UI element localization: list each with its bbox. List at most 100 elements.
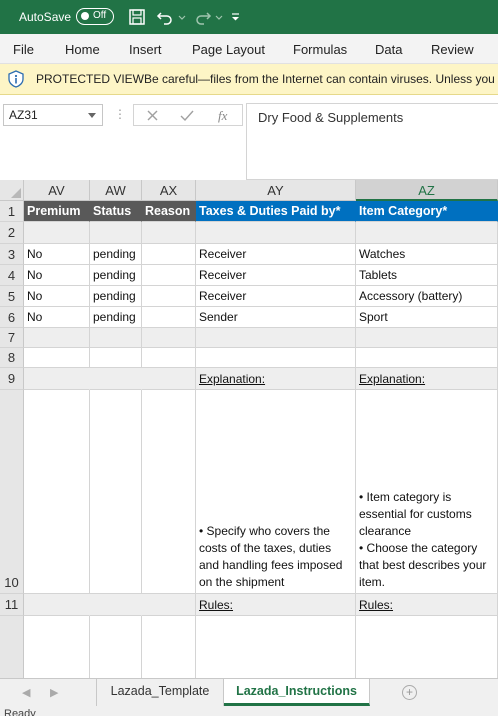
cell[interactable] bbox=[142, 222, 196, 244]
cell[interactable] bbox=[142, 390, 196, 594]
row-header[interactable]: 4 bbox=[0, 265, 24, 286]
explanation-cell-ay[interactable]: • Specify who covers the costs of the ta… bbox=[196, 390, 356, 594]
tab-page-layout[interactable]: Page Layout bbox=[192, 42, 265, 57]
undo-dropdown-icon[interactable] bbox=[175, 7, 195, 27]
cell[interactable] bbox=[196, 616, 356, 678]
cell[interactable] bbox=[142, 368, 196, 390]
formula-bar-grip[interactable]: ⋮ bbox=[114, 107, 126, 121]
cell[interactable] bbox=[356, 328, 498, 348]
cell[interactable] bbox=[24, 390, 90, 594]
cell-item-category[interactable]: Watches bbox=[356, 244, 498, 265]
cell-taxes-paid-by[interactable]: Receiver bbox=[196, 286, 356, 307]
row-header[interactable]: 1 bbox=[0, 201, 24, 222]
cell-item-category[interactable]: Tablets bbox=[356, 265, 498, 286]
row-header[interactable]: 6 bbox=[0, 307, 24, 328]
customize-toolbar-icon[interactable] bbox=[228, 7, 248, 27]
cell[interactable] bbox=[24, 222, 90, 244]
cell[interactable] bbox=[142, 328, 196, 348]
cell[interactable] bbox=[142, 594, 196, 616]
undo-icon[interactable] bbox=[155, 7, 175, 27]
column-header-ax[interactable]: AX bbox=[142, 180, 196, 201]
cell[interactable] bbox=[90, 368, 142, 390]
add-sheet-icon[interactable]: + bbox=[402, 685, 417, 700]
header-cell-item-category[interactable]: Item Category* bbox=[356, 201, 498, 222]
header-cell-reason[interactable]: Reason bbox=[142, 201, 196, 222]
cell[interactable] bbox=[24, 368, 90, 390]
cell-premium[interactable]: No bbox=[24, 286, 90, 307]
cell[interactable] bbox=[24, 328, 90, 348]
cell[interactable] bbox=[24, 594, 90, 616]
tab-review[interactable]: Review bbox=[431, 42, 474, 57]
cell-reason[interactable] bbox=[142, 244, 196, 265]
rules-label-az[interactable]: Rules: bbox=[356, 594, 498, 616]
scroll-tabs-right-icon[interactable]: ▶ bbox=[50, 686, 58, 699]
cell-taxes-paid-by[interactable]: Sender bbox=[196, 307, 356, 328]
row-header[interactable]: 2 bbox=[0, 222, 24, 244]
cell[interactable] bbox=[90, 390, 142, 594]
cell[interactable] bbox=[142, 348, 196, 368]
save-icon[interactable] bbox=[127, 7, 147, 27]
cell[interactable] bbox=[196, 328, 356, 348]
cell-reason[interactable] bbox=[142, 286, 196, 307]
cell-premium[interactable]: No bbox=[24, 307, 90, 328]
name-box[interactable]: AZ31 bbox=[3, 104, 103, 126]
cell-status[interactable]: pending bbox=[90, 265, 142, 286]
cell-status[interactable]: pending bbox=[90, 286, 142, 307]
autosave-toggle[interactable]: Off bbox=[76, 8, 114, 25]
row-header[interactable]: 7 bbox=[0, 328, 24, 348]
explanation-cell-az[interactable]: • Item category is essential for customs… bbox=[356, 390, 498, 594]
tab-insert[interactable]: Insert bbox=[129, 42, 162, 57]
cell-premium[interactable]: No bbox=[24, 244, 90, 265]
cell-status[interactable]: pending bbox=[90, 244, 142, 265]
cell[interactable] bbox=[356, 222, 498, 244]
cancel-icon[interactable] bbox=[146, 109, 159, 122]
cell[interactable] bbox=[90, 328, 142, 348]
rules-label-ay[interactable]: Rules: bbox=[196, 594, 356, 616]
row-header[interactable]: 9 bbox=[0, 368, 24, 390]
header-cell-premium[interactable]: Premium bbox=[24, 201, 90, 222]
enter-check-icon[interactable] bbox=[180, 109, 194, 122]
explanation-label-az[interactable]: Explanation: bbox=[356, 368, 498, 390]
cell-taxes-paid-by[interactable]: Receiver bbox=[196, 265, 356, 286]
cell[interactable] bbox=[90, 222, 142, 244]
row-header[interactable]: 10 bbox=[0, 390, 24, 594]
tab-data[interactable]: Data bbox=[375, 42, 402, 57]
sheet-tab-lazada-instructions[interactable]: Lazada_Instructions bbox=[224, 679, 370, 706]
cell[interactable] bbox=[90, 616, 142, 678]
explanation-label-ay[interactable]: Explanation: bbox=[196, 368, 356, 390]
row-header[interactable]: 5 bbox=[0, 286, 24, 307]
insert-function-icon[interactable]: fx bbox=[218, 108, 227, 124]
cell-premium[interactable]: No bbox=[24, 265, 90, 286]
cell[interactable] bbox=[24, 348, 90, 368]
cell[interactable] bbox=[196, 348, 356, 368]
cell-taxes-paid-by[interactable]: Receiver bbox=[196, 244, 356, 265]
formula-input[interactable]: Dry Food & Supplements bbox=[246, 103, 498, 180]
tab-home[interactable]: Home bbox=[65, 42, 100, 57]
cell-reason[interactable] bbox=[142, 307, 196, 328]
row-header[interactable]: 3 bbox=[0, 244, 24, 265]
cell-status[interactable]: pending bbox=[90, 307, 142, 328]
row-header[interactable]: 11 bbox=[0, 594, 24, 616]
header-cell-status[interactable]: Status bbox=[90, 201, 142, 222]
column-header-az[interactable]: AZ bbox=[356, 180, 498, 201]
cell[interactable] bbox=[142, 616, 196, 678]
chevron-down-icon[interactable] bbox=[88, 113, 96, 118]
header-cell-taxes-duties[interactable]: Taxes & Duties Paid by* bbox=[196, 201, 356, 222]
cell[interactable] bbox=[196, 222, 356, 244]
cell[interactable] bbox=[356, 616, 498, 678]
sheet-tab-lazada-template[interactable]: Lazada_Template bbox=[96, 679, 224, 706]
redo-icon[interactable] bbox=[193, 7, 213, 27]
column-header-ay[interactable]: AY bbox=[196, 180, 356, 201]
tab-formulas[interactable]: Formulas bbox=[293, 42, 347, 57]
cell-item-category[interactable]: Accessory (battery) bbox=[356, 286, 498, 307]
tab-file[interactable]: File bbox=[13, 42, 34, 57]
scroll-tabs-left-icon[interactable]: ◀ bbox=[22, 686, 30, 699]
row-header[interactable]: 8 bbox=[0, 348, 24, 368]
cell[interactable] bbox=[90, 594, 142, 616]
cell[interactable] bbox=[90, 348, 142, 368]
column-header-aw[interactable]: AW bbox=[90, 180, 142, 201]
cell[interactable] bbox=[24, 616, 90, 678]
select-all-corner[interactable] bbox=[0, 180, 24, 201]
column-header-av[interactable]: AV bbox=[24, 180, 90, 201]
cell[interactable] bbox=[356, 348, 498, 368]
